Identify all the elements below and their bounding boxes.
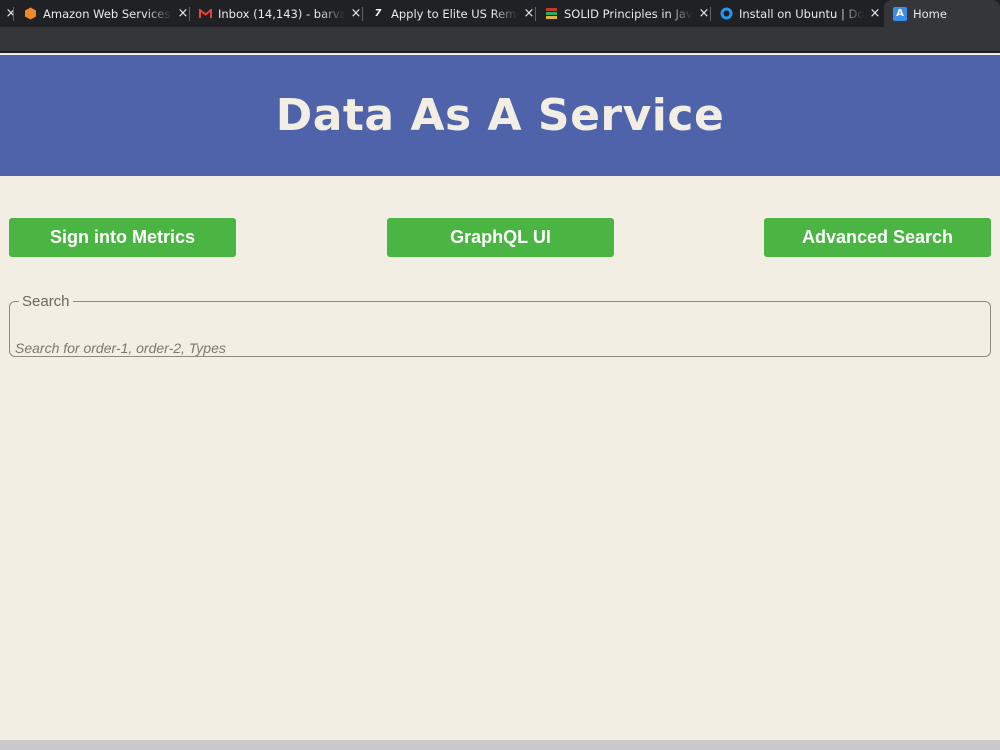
browser-tab-aws[interactable]: Amazon Web Services Si × bbox=[18, 0, 190, 27]
app-a-icon: A bbox=[893, 6, 907, 21]
page-header: Data As A Service bbox=[0, 55, 1000, 176]
search-label: Search bbox=[22, 293, 70, 310]
tab-title: Amazon Web Services Si bbox=[43, 6, 172, 21]
tab-title: Apply to Elite US Remote bbox=[391, 6, 518, 21]
sign-into-metrics-button[interactable]: Sign into Metrics bbox=[9, 218, 236, 257]
aws-icon bbox=[23, 7, 37, 21]
search-fieldset: Search bbox=[9, 293, 991, 359]
browser-tab-home[interactable]: A Home bbox=[884, 0, 1000, 27]
tab-separator bbox=[710, 7, 711, 21]
browser-tab-partial[interactable]: × bbox=[0, 0, 14, 27]
tab-separator bbox=[535, 7, 536, 21]
browser-tab-solid[interactable]: SOLID Principles in Java × bbox=[539, 0, 711, 27]
bottom-scrollbar[interactable] bbox=[0, 740, 1000, 750]
close-icon[interactable]: × bbox=[349, 6, 363, 21]
books-icon bbox=[544, 7, 558, 21]
tab-separator bbox=[13, 7, 14, 21]
browser-toolbar bbox=[0, 27, 1000, 53]
advanced-search-button[interactable]: Advanced Search bbox=[764, 218, 991, 257]
close-icon[interactable]: × bbox=[522, 6, 536, 21]
tab-title: Install on Ubuntu | Docke bbox=[739, 6, 864, 21]
browser-tab-gmail[interactable]: Inbox (14,143) - barvaliya × bbox=[193, 0, 363, 27]
tab-title: Home bbox=[913, 6, 947, 21]
tab-separator bbox=[362, 7, 363, 21]
search-input[interactable] bbox=[15, 337, 975, 359]
close-icon[interactable]: × bbox=[176, 6, 190, 21]
tab-title: SOLID Principles in Java bbox=[564, 6, 693, 21]
browser-tab-docker[interactable]: Install on Ubuntu | Docke × bbox=[714, 0, 882, 27]
graphql-ui-button[interactable]: GraphQL UI bbox=[387, 218, 614, 257]
docker-icon bbox=[719, 7, 733, 21]
browser-tab-strip: × Amazon Web Services Si × Inbox (14,143… bbox=[0, 0, 1000, 27]
turing-icon: 7 bbox=[374, 8, 382, 19]
close-icon[interactable]: × bbox=[868, 6, 882, 21]
gmail-icon bbox=[198, 7, 212, 21]
tab-separator bbox=[189, 7, 190, 21]
tab-title: Inbox (14,143) - barvaliya bbox=[218, 6, 345, 21]
page-title: Data As A Service bbox=[275, 90, 725, 141]
browser-tab-turing[interactable]: 7 Apply to Elite US Remote × bbox=[366, 0, 536, 27]
close-icon[interactable]: × bbox=[697, 6, 711, 21]
